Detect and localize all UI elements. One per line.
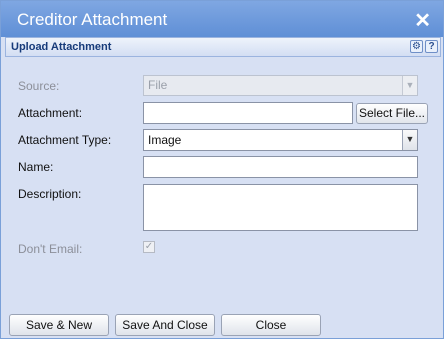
gear-icon[interactable]: ⚙ [410, 40, 423, 53]
dont-email-label: Don't Email: [18, 242, 83, 256]
attachment-label: Attachment: [18, 106, 83, 120]
panel-title: Upload Attachment [11, 41, 112, 53]
panel-header: Upload Attachment ⚙ ? [5, 37, 441, 57]
chevron-down-icon[interactable]: ▼ [402, 130, 417, 150]
help-icon[interactable]: ? [425, 40, 438, 53]
close-icon[interactable]: ✕ [414, 8, 431, 33]
source-select: File ▼ [143, 75, 418, 96]
chevron-down-icon: ▼ [402, 76, 417, 95]
name-field[interactable] [143, 156, 418, 178]
description-label: Description: [18, 187, 82, 201]
window-title: Creditor Attachment [17, 10, 168, 29]
save-and-new-button[interactable]: Save & New [9, 314, 109, 336]
attachment-type-label: Attachment Type: [18, 133, 112, 147]
attachment-field[interactable] [143, 102, 353, 124]
description-field[interactable] [143, 184, 418, 231]
creditor-attachment-dialog: Creditor Attachment ✕ Upload Attachment … [0, 0, 444, 339]
save-and-close-button[interactable]: Save And Close [115, 314, 215, 336]
select-file-button[interactable]: Select File... [356, 103, 428, 124]
attachment-type-select[interactable]: Image ▼ [143, 129, 418, 151]
dont-email-checkbox: ✓ [143, 241, 155, 253]
name-label: Name: [18, 160, 54, 174]
attachment-type-value: Image [148, 133, 182, 147]
source-label: Source: [18, 79, 60, 93]
close-button[interactable]: Close [221, 314, 321, 336]
title-bar[interactable]: Creditor Attachment ✕ [1, 1, 443, 37]
source-value: File [148, 78, 168, 92]
